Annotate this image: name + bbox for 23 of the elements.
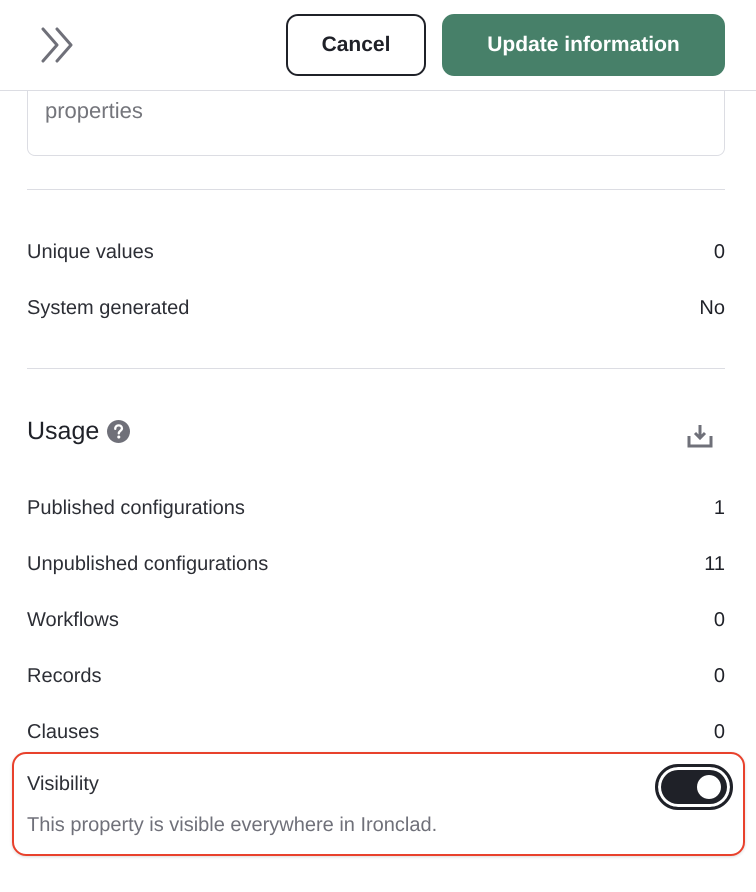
stat-value: 1 xyxy=(714,496,725,521)
visibility-label: Visibility xyxy=(27,772,100,797)
stat-value: 11 xyxy=(704,552,725,577)
stat-label: Clauses xyxy=(27,720,100,745)
stat-label: Published configurations xyxy=(27,496,245,521)
visibility-description: This property is visible everywhere in Ironclad. xyxy=(27,813,438,838)
stat-value: 0 xyxy=(714,720,725,745)
stat-label: Unpublished configurations xyxy=(27,552,268,577)
stat-value: 0 xyxy=(714,664,725,689)
stat-label: Records xyxy=(27,664,102,689)
description-field[interactable]: properties xyxy=(27,91,725,156)
stat-value: 0 xyxy=(714,608,725,633)
visibility-toggle[interactable] xyxy=(655,764,733,810)
stat-label: System generated xyxy=(27,296,190,321)
help-icon[interactable] xyxy=(107,420,130,442)
stat-value: 0 xyxy=(714,240,725,265)
download-icon[interactable] xyxy=(687,424,713,448)
update-button[interactable]: Update information xyxy=(442,14,725,76)
stat-label: Workflows xyxy=(27,608,119,633)
cancel-button[interactable]: Cancel xyxy=(286,14,426,76)
stat-value: No xyxy=(699,296,725,321)
section-heading: Usage xyxy=(27,416,100,447)
stat-label: Unique values xyxy=(27,240,154,265)
